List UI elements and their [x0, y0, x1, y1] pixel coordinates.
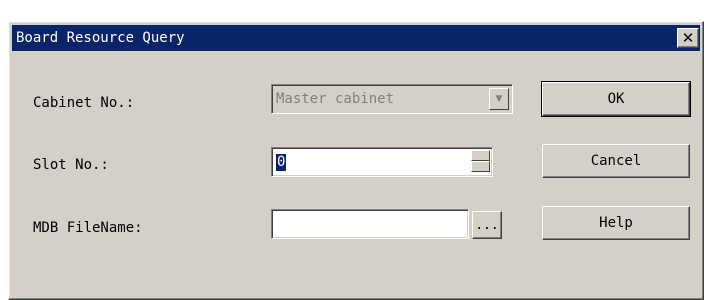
mdb-filename-label: MDB FileName: — [33, 220, 143, 236]
spin-up-button[interactable] — [471, 150, 490, 161]
ok-label: OK — [607, 91, 625, 107]
cabinet-label: Cabinet No.: — [33, 95, 135, 111]
title-bar[interactable]: Board Resource Query ✕ — [12, 25, 700, 51]
cabinet-dropdown-button[interactable]: ▼ — [489, 88, 509, 110]
slot-value: 0 — [276, 154, 287, 171]
close-icon: ✕ — [681, 28, 695, 47]
browse-label: ... — [475, 217, 499, 233]
help-label: Help — [599, 215, 633, 231]
window-title: Board Resource Query — [16, 30, 185, 46]
cancel-label: Cancel — [590, 153, 642, 169]
chevron-down-icon: ▼ — [495, 94, 503, 104]
spin-down-button[interactable] — [471, 161, 490, 172]
slot-input[interactable]: 0 — [271, 147, 493, 177]
ok-button[interactable]: OK — [541, 81, 691, 117]
help-button[interactable]: Help — [542, 206, 690, 240]
browse-button[interactable]: ... — [472, 211, 502, 239]
slot-label: Slot No.: — [33, 157, 109, 173]
board-resource-query-dialog: Board Resource Query ✕ Cabinet No.: Mast… — [8, 21, 704, 300]
cancel-button[interactable]: Cancel — [542, 144, 690, 178]
close-button[interactable]: ✕ — [677, 28, 699, 48]
cabinet-combobox[interactable]: Master cabinet ▼ — [271, 84, 513, 114]
cabinet-value: Master cabinet — [276, 91, 395, 107]
slot-spinner[interactable] — [471, 150, 490, 172]
mdb-filename-input[interactable] — [271, 209, 469, 239]
